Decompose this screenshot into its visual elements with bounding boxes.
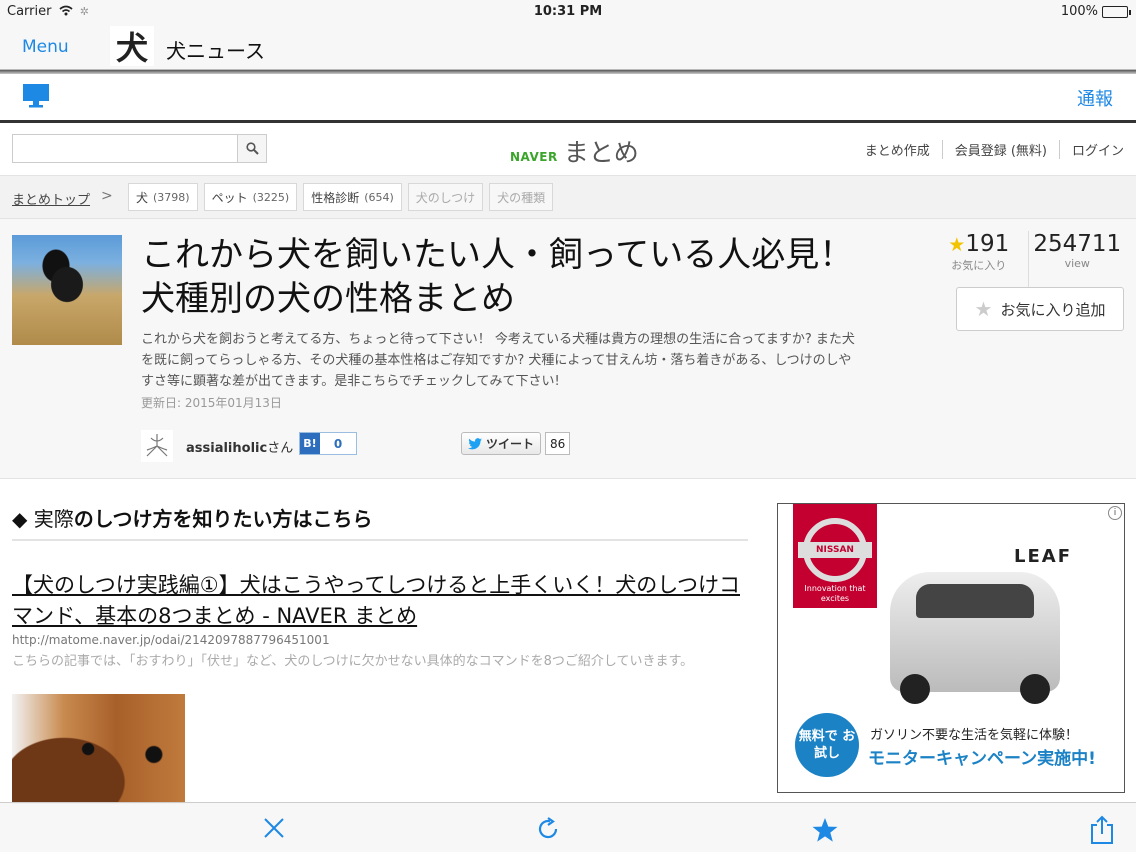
free-trial-badge: 無料で お試し bbox=[795, 713, 859, 777]
status-time: 10:31 PM bbox=[533, 4, 603, 19]
search-button[interactable] bbox=[237, 134, 267, 163]
article-header: これから犬を飼いたい人・飼っている人必見！ 犬種別の犬の性格まとめ これから犬を… bbox=[0, 219, 1136, 479]
related-article-link[interactable]: 【犬のしつけ実践編①】犬はこうやってしつけると上手くいく！犬のしつけコマンド、基… bbox=[12, 570, 752, 632]
section-heading: ◆ 実際のしつけ方を知りたい方はこちら bbox=[12, 503, 748, 541]
tweet-widget: ツイート 86 bbox=[461, 432, 571, 455]
hatena-bookmark-button[interactable]: B! 0 bbox=[299, 432, 357, 455]
article-stats: ★191 お気に入り 254711 view bbox=[930, 231, 1126, 287]
header-links: まとめ作成 会員登録 (無料) ログイン bbox=[853, 140, 1124, 159]
tag-personality[interactable]: 性格診断 (654) bbox=[303, 183, 402, 211]
reload-icon[interactable] bbox=[536, 817, 560, 845]
search-icon bbox=[245, 142, 259, 155]
view-stat: 254711 view bbox=[1027, 231, 1127, 287]
menu-button[interactable]: Menu bbox=[22, 37, 69, 57]
ad-copy-line1: ガソリン不要な生活を気軽に体験！ bbox=[870, 728, 1079, 743]
naver-matome-logo[interactable]: NAVER まとめ bbox=[510, 133, 639, 169]
share-icon[interactable] bbox=[1090, 815, 1114, 849]
favorite-label: お気に入り bbox=[951, 259, 1007, 272]
tag-dog[interactable]: 犬 (3798) bbox=[128, 183, 198, 211]
adchoices-icon[interactable]: i bbox=[1108, 506, 1122, 520]
tag-training[interactable]: 犬のしつけ bbox=[407, 183, 484, 211]
create-matome-link[interactable]: まとめ作成 bbox=[853, 140, 942, 159]
naver-header: NAVER まとめ まとめ作成 会員登録 (無料) ログイン bbox=[0, 123, 1136, 175]
app-navbar: Menu 犬 犬ニュース bbox=[0, 24, 1136, 70]
related-article-description: こちらの記事では、「おすわり」「伏せ」など、犬のしつけに欠かせない具体的なコマン… bbox=[12, 654, 694, 669]
breadcrumb-top-link[interactable]: まとめトップ bbox=[12, 189, 90, 208]
twitter-bird-icon bbox=[468, 437, 482, 449]
battery-icon bbox=[1102, 5, 1131, 18]
author-name[interactable]: assialiholicさん bbox=[186, 437, 293, 456]
nissan-tagline: Innovation that excites bbox=[804, 584, 866, 603]
battery-indicator: 100% bbox=[1061, 4, 1131, 19]
related-article-url: http://matome.naver.jp/odai/214209788779… bbox=[12, 633, 330, 647]
article-thumbnail bbox=[12, 235, 122, 345]
add-favorite-button[interactable]: ★ お気に入り追加 bbox=[956, 287, 1124, 331]
tweet-button[interactable]: ツイート bbox=[461, 432, 542, 455]
close-icon[interactable] bbox=[263, 817, 285, 843]
tag-pet[interactable]: ペット (3225) bbox=[203, 183, 298, 211]
article-title: これから犬を飼いたい人・飼っている人必見！ 犬種別の犬の性格まとめ bbox=[141, 235, 854, 319]
app-logo: 犬 bbox=[110, 26, 154, 67]
ad-copy-line2: モニターキャンペーン実施中! bbox=[868, 749, 1096, 769]
register-link[interactable]: 会員登録 (無料) bbox=[941, 140, 1059, 159]
tweet-count: 86 bbox=[545, 432, 571, 455]
leaf-model-text: LEAF bbox=[1014, 546, 1072, 567]
author-avatar[interactable] bbox=[141, 430, 173, 462]
nissan-leaf-ad[interactable]: i NISSAN Innovation that excites LEAF 無料… bbox=[777, 503, 1125, 793]
star-outline-icon: ★ bbox=[974, 297, 993, 321]
car-windshield bbox=[916, 584, 1034, 618]
tag-list: 犬 (3798) ペット (3225) 性格診断 (654) 犬のしつけ 犬の種類 bbox=[128, 183, 554, 211]
tag-breeds[interactable]: 犬の種類 bbox=[489, 183, 554, 211]
breadcrumb: まとめトップ > 犬 (3798) ペット (3225) 性格診断 (654) 犬のし… bbox=[0, 175, 1136, 219]
report-button[interactable]: 通報 bbox=[1077, 85, 1113, 111]
search-input[interactable] bbox=[12, 134, 238, 163]
bottom-toolbar bbox=[0, 802, 1136, 852]
article-description: これから犬を飼おうと考えてる方、ちょっと待って下さい！ 今考えている犬種は貴方の… bbox=[141, 332, 855, 389]
bookmark-star-icon[interactable] bbox=[811, 817, 839, 847]
favorite-stat: ★191 お気に入り bbox=[930, 231, 1028, 287]
updated-date: 更新日: 2015年01月13日 bbox=[141, 396, 282, 410]
nissan-logo-text: NISSAN bbox=[798, 542, 872, 558]
related-article-image[interactable] bbox=[12, 694, 185, 804]
view-label: view bbox=[1064, 257, 1090, 270]
car-wheel-left bbox=[900, 674, 930, 704]
star-icon: ★ bbox=[948, 234, 966, 256]
hatena-icon: B! bbox=[300, 433, 320, 454]
favorite-count: 191 bbox=[965, 231, 1010, 257]
status-bar: Carrier ✲ 10:31 PM 100% bbox=[0, 0, 1136, 24]
login-link[interactable]: ログイン bbox=[1058, 140, 1124, 159]
car-wheel-right bbox=[1020, 674, 1050, 704]
view-count: 254711 bbox=[1033, 231, 1122, 257]
monitor-icon[interactable] bbox=[22, 83, 50, 113]
hatena-count: 0 bbox=[333, 436, 343, 451]
app-title: 犬ニュース bbox=[166, 39, 265, 63]
web-toolbar: 通報 bbox=[0, 74, 1136, 120]
chevron-right-icon: > bbox=[101, 188, 113, 204]
